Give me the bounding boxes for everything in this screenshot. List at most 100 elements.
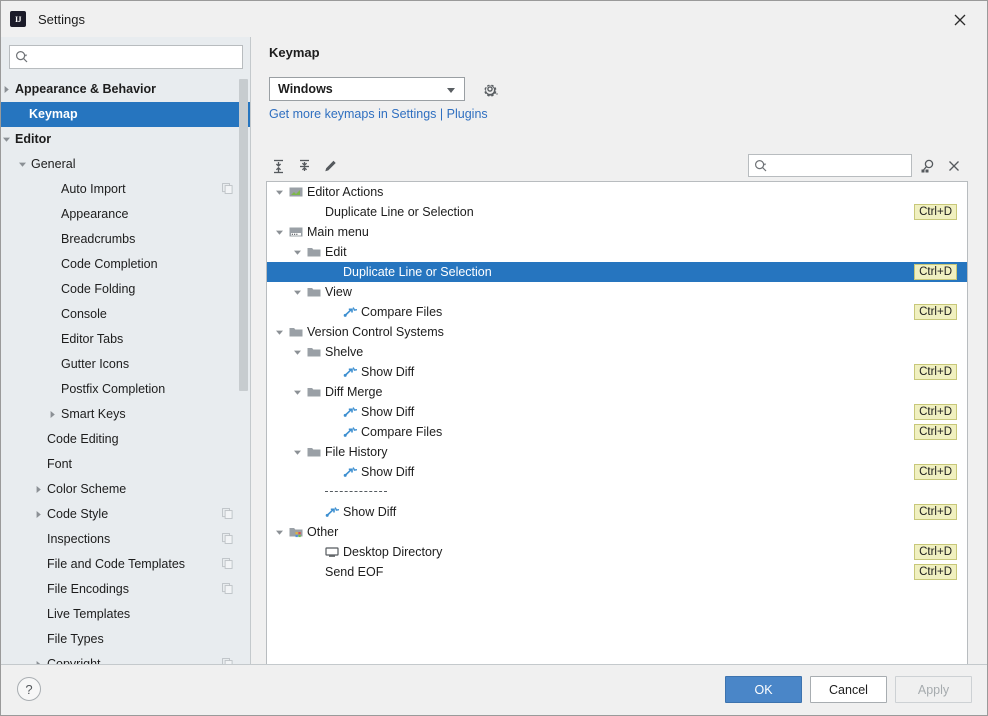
cancel-button[interactable]: Cancel	[810, 676, 887, 703]
sidebar-item-appearance[interactable]: Appearance	[1, 202, 250, 227]
tree-toggle[interactable]	[291, 342, 303, 362]
folder-icon	[307, 345, 321, 359]
sidebar-item-label: Code Folding	[61, 282, 136, 296]
keymap-row-editor-actions[interactable]: Editor Actions	[267, 182, 967, 202]
sidebar-item-general[interactable]: General	[1, 152, 250, 177]
expand-all-icon	[273, 159, 283, 173]
sidebar-item-appearance-behavior[interactable]: Appearance & Behavior	[1, 77, 250, 102]
help-button[interactable]: ?	[17, 677, 41, 701]
diff-action-icon	[325, 507, 340, 517]
keymap-row-compare-files[interactable]: Compare Files Ctrl+D	[267, 422, 967, 442]
chevron-down-icon	[293, 290, 301, 295]
sidebar-item-code-editing[interactable]: Code Editing	[1, 427, 250, 452]
edit-shortcut-button[interactable]	[318, 154, 342, 178]
keymap-search-box[interactable]	[748, 154, 912, 177]
collapse-all-button[interactable]	[292, 154, 316, 178]
diff-action-icon	[343, 407, 358, 417]
keymap-row-label: Edit	[325, 245, 347, 259]
shortcut-badge: Ctrl+D	[914, 564, 957, 580]
sidebar-scrollbar-thumb[interactable]	[239, 79, 248, 391]
sidebar-item-file-encodings[interactable]: File Encodings	[1, 577, 250, 602]
folder-icon	[307, 248, 321, 257]
sidebar-item-keymap[interactable]: Keymap	[1, 102, 250, 127]
sidebar-item-code-style[interactable]: Code Style	[1, 502, 250, 527]
find-by-shortcut-button[interactable]	[916, 154, 940, 178]
sidebar-item-color-scheme[interactable]: Color Scheme	[1, 477, 250, 502]
sidebar-item-font[interactable]: Font	[1, 452, 250, 477]
keymap-row-version-control-systems[interactable]: Version Control Systems	[267, 322, 967, 342]
keymap-panel: Keymap Windows Get more keymaps in Setti…	[252, 37, 987, 673]
keymap-row-desktop-directory[interactable]: Desktop Directory Ctrl+D	[267, 542, 967, 562]
chevron-down-icon	[275, 230, 283, 235]
keymap-dropdown[interactable]: Windows	[269, 77, 465, 101]
keymap-row-duplicate-line-or-selection[interactable]: Duplicate Line or Selection Ctrl+D	[267, 202, 967, 222]
tree-toggle[interactable]	[1, 77, 11, 102]
sidebar-item-code-folding[interactable]: Code Folding	[1, 277, 250, 302]
tree-toggle[interactable]	[33, 477, 43, 502]
keymap-row-other[interactable]: Other	[267, 522, 967, 542]
pencil-edit-icon	[324, 160, 336, 171]
sidebar-item-file-types[interactable]: File Types	[1, 627, 250, 652]
sidebar-item-label: Breadcrumbs	[61, 232, 136, 246]
tree-toggle[interactable]	[273, 522, 285, 542]
keymap-row-show-diff[interactable]: Show Diff Ctrl+D	[267, 362, 967, 382]
sidebar-item-editor-tabs[interactable]: Editor Tabs	[1, 327, 250, 352]
keymap-row-label: File History	[325, 445, 388, 459]
tree-toggle[interactable]	[291, 282, 303, 302]
sidebar-item-file-and-code-templates[interactable]: File and Code Templates	[1, 552, 250, 577]
sidebar-item-label: Smart Keys	[61, 407, 126, 421]
keymap-row-send-eof[interactable]: Send EOF Ctrl+D	[267, 562, 967, 582]
clear-search-button[interactable]	[942, 154, 966, 178]
expand-all-button[interactable]	[266, 154, 290, 178]
keymap-row-shelve[interactable]: Shelve	[267, 342, 967, 362]
close-window-button[interactable]	[939, 7, 981, 33]
keymap-row-edit[interactable]: Edit	[267, 242, 967, 262]
tree-toggle[interactable]	[291, 442, 303, 462]
keymap-row-compare-files[interactable]: Compare Files Ctrl+D	[267, 302, 967, 322]
keymap-row-show-diff[interactable]: Show Diff Ctrl+D	[267, 402, 967, 422]
sidebar-item-breadcrumbs[interactable]: Breadcrumbs	[1, 227, 250, 252]
sidebar-item-postfix-completion[interactable]: Postfix Completion	[1, 377, 250, 402]
keymap-row-main-menu[interactable]: Main menu	[267, 222, 967, 242]
sidebar-item-console[interactable]: Console	[1, 302, 250, 327]
sidebar-item-label: Gutter Icons	[61, 357, 130, 371]
sidebar-item-live-templates[interactable]: Live Templates	[1, 602, 250, 627]
keymap-search-input[interactable]	[772, 157, 898, 174]
dialog-footer: ? OK Cancel Apply	[1, 664, 987, 715]
keymap-row-duplicate-line-or-selection[interactable]: Duplicate Line or Selection Ctrl+D	[267, 262, 967, 282]
sidebar-item-gutter-icons[interactable]: Gutter Icons	[1, 352, 250, 377]
shortcut-badge: Ctrl+D	[914, 204, 957, 220]
tree-toggle[interactable]	[33, 502, 43, 527]
keymap-row-separator[interactable]	[267, 482, 967, 502]
get-more-keymaps-link[interactable]: Get more keymaps in Settings | Plugins	[269, 107, 488, 121]
sidebar-item-inspections[interactable]: Inspections	[1, 527, 250, 552]
sidebar-item-label: Keymap	[29, 107, 78, 121]
ok-button[interactable]: OK	[725, 676, 802, 703]
chevron-down-icon	[275, 530, 283, 535]
keymap-row-view[interactable]: View	[267, 282, 967, 302]
diff-action-icon	[343, 405, 358, 419]
keymap-row-show-diff[interactable]: Show Diff Ctrl+D	[267, 462, 967, 482]
sidebar-search-input[interactable]	[33, 49, 228, 65]
tree-toggle[interactable]	[273, 182, 285, 202]
keymap-row-file-history[interactable]: File History	[267, 442, 967, 462]
keymap-row-diff-merge[interactable]: Diff Merge	[267, 382, 967, 402]
editor-actions-icon	[289, 187, 303, 197]
keymap-row-label: Duplicate Line or Selection	[325, 205, 474, 219]
keymap-settings-button[interactable]	[478, 77, 502, 101]
folder-icon	[307, 288, 321, 297]
tree-toggle[interactable]	[273, 322, 285, 342]
tree-toggle[interactable]	[273, 222, 285, 242]
keymap-row-show-diff[interactable]: Show Diff Ctrl+D	[267, 502, 967, 522]
sidebar-scrollbar[interactable]	[239, 79, 248, 664]
sidebar-item-auto-import[interactable]: Auto Import	[1, 177, 250, 202]
sidebar-item-smart-keys[interactable]: Smart Keys	[1, 402, 250, 427]
tree-toggle[interactable]	[291, 242, 303, 262]
sidebar-item-code-completion[interactable]: Code Completion	[1, 252, 250, 277]
tree-toggle[interactable]	[291, 382, 303, 402]
sidebar-search-box[interactable]	[9, 45, 243, 69]
sidebar-item-editor[interactable]: Editor	[1, 127, 250, 152]
tree-toggle[interactable]	[47, 402, 57, 427]
tree-toggle[interactable]	[17, 152, 27, 177]
tree-toggle[interactable]	[1, 127, 11, 152]
